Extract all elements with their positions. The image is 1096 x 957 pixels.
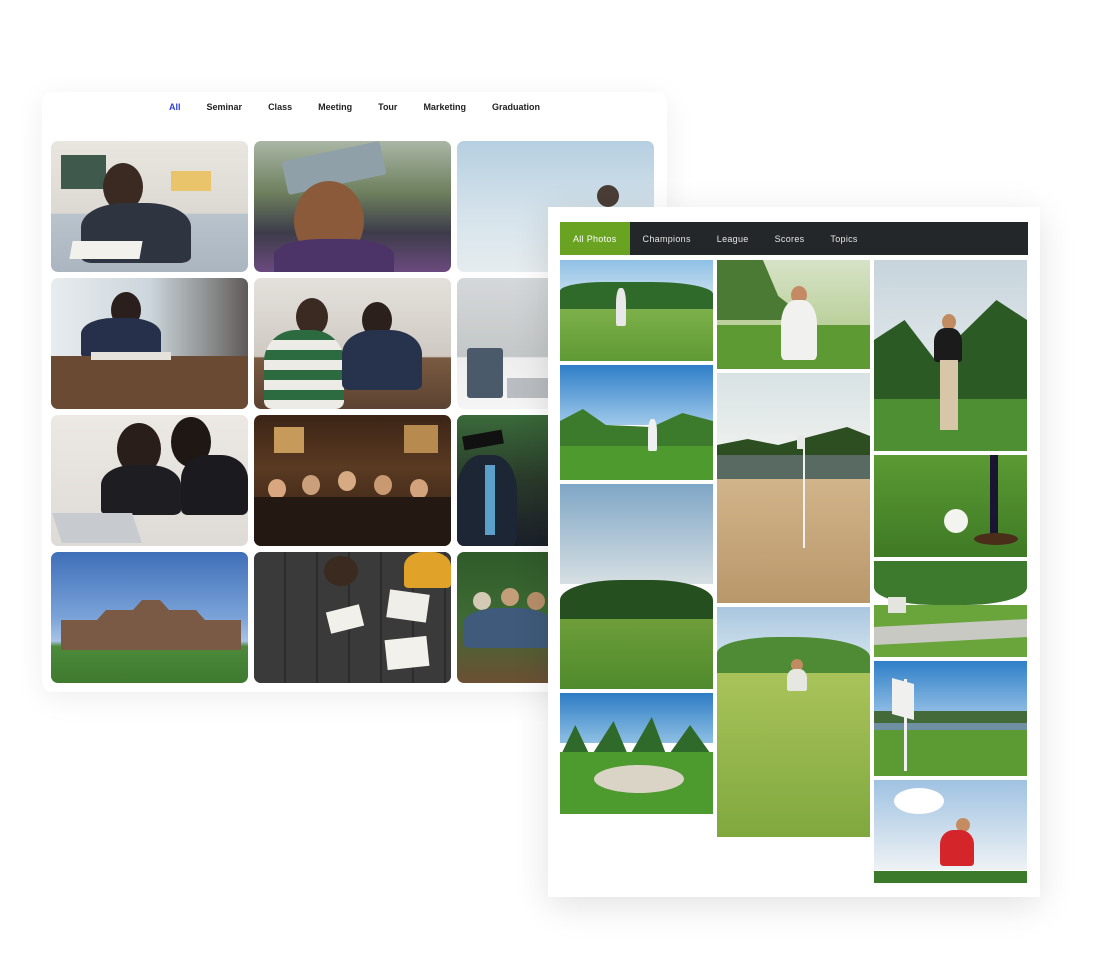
masonry-column-1 [560, 260, 713, 883]
filter-graduation[interactable]: Graduation [479, 100, 553, 114]
photo-laptop-study[interactable] [51, 415, 248, 546]
masonry-column-3 [874, 260, 1027, 883]
filter-meeting[interactable]: Meeting [305, 100, 365, 114]
tab-champions[interactable]: Champions [630, 222, 704, 255]
golf-photo-ball-hole[interactable] [874, 455, 1027, 557]
filter-marketing[interactable]: Marketing [410, 100, 479, 114]
photo-reading-table[interactable] [254, 552, 451, 683]
photo-graduation-cap[interactable] [254, 141, 451, 272]
filter-all[interactable]: All [156, 100, 194, 114]
golf-tab-bar: All Photos Champions League Scores Topic… [560, 222, 1028, 255]
photo-student-writing[interactable] [51, 278, 248, 409]
golf-photo-bunker[interactable] [560, 693, 713, 814]
photo-two-students[interactable] [254, 278, 451, 409]
tab-scores[interactable]: Scores [762, 222, 818, 255]
golf-photo-masonry [560, 260, 1028, 883]
golf-photo-golfer-white[interactable] [717, 260, 870, 369]
golf-photo-putting-green[interactable] [717, 607, 870, 837]
filter-seminar[interactable]: Seminar [194, 100, 256, 114]
filter-class[interactable]: Class [255, 100, 305, 114]
filter-tour[interactable]: Tour [365, 100, 410, 114]
golf-photo-fairway[interactable] [560, 484, 713, 689]
golf-photo-hill-view[interactable] [560, 365, 713, 480]
filter-bar: All Seminar Class Meeting Tour Marketing… [42, 100, 667, 114]
masonry-column-2 [717, 260, 870, 883]
golf-photo-swing-course[interactable] [560, 260, 713, 361]
golf-photo-flag-lake[interactable] [874, 661, 1027, 776]
tab-topics[interactable]: Topics [817, 222, 870, 255]
tab-all-photos[interactable]: All Photos [560, 222, 630, 255]
golf-gallery-card: All Photos Champions League Scores Topic… [548, 207, 1040, 897]
tab-league[interactable]: League [704, 222, 762, 255]
golf-photo-golfer-black[interactable] [874, 260, 1027, 451]
photo-university-building[interactable] [51, 552, 248, 683]
photo-student-reading[interactable] [51, 141, 248, 272]
golf-photo-golfer-red[interactable] [874, 780, 1027, 883]
golf-photo-flag-pond[interactable] [717, 373, 870, 603]
golf-photo-golf-cart[interactable] [874, 561, 1027, 657]
photo-seminar-group[interactable] [254, 415, 451, 546]
